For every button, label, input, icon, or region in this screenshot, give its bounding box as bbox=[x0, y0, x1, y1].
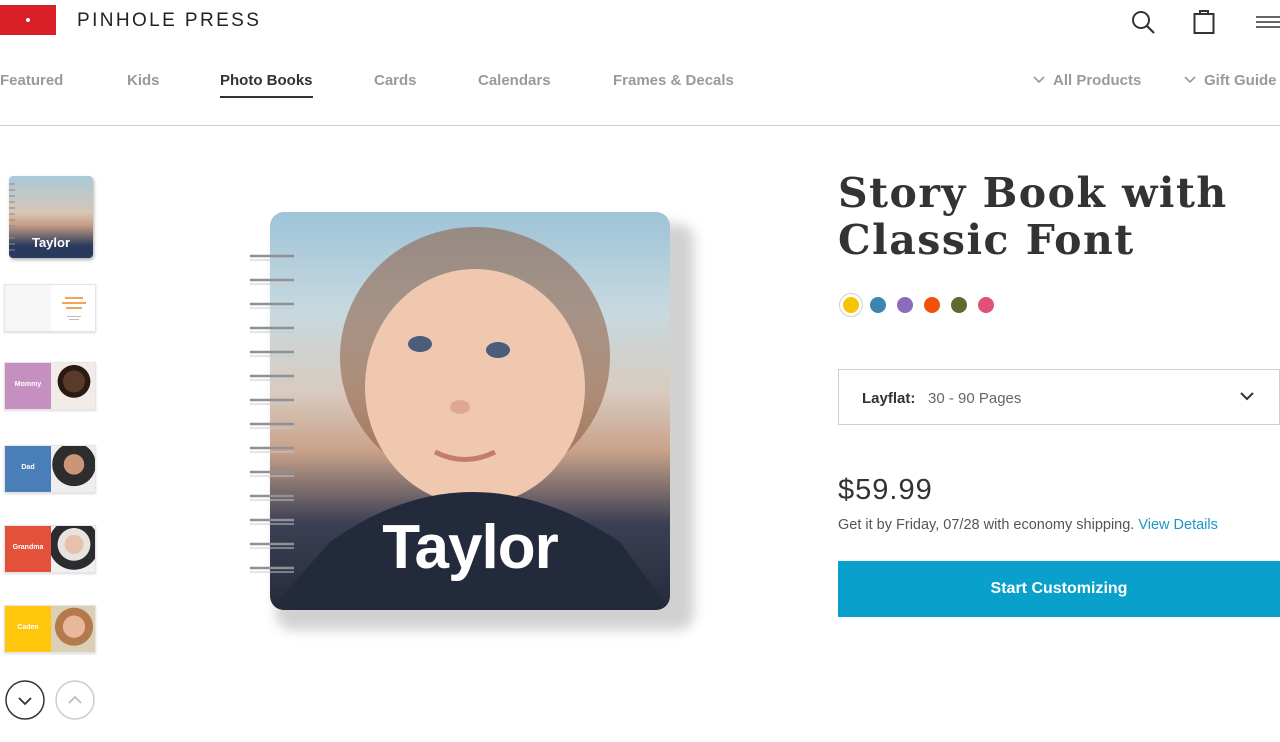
thumbnail-grandma-label: Grandma bbox=[12, 544, 44, 551]
nav-photo-books[interactable]: Photo Books bbox=[220, 72, 313, 98]
thumbnail-caden[interactable]: Caden bbox=[4, 605, 96, 653]
nav-all-products-label: All Products bbox=[1053, 72, 1142, 89]
select-label: Layflat: bbox=[862, 390, 916, 407]
chevron-down-icon bbox=[1184, 76, 1196, 84]
dad-photo bbox=[51, 446, 95, 492]
thumbnail-mommy-label: Mommy bbox=[14, 381, 42, 388]
nav-gift-guide[interactable]: Gift Guide bbox=[1184, 72, 1277, 89]
caden-photo bbox=[51, 606, 95, 652]
swatch-purple[interactable] bbox=[897, 297, 913, 313]
shipping-text: Get it by Friday, 07/28 with economy shi… bbox=[838, 517, 1135, 533]
thumbnail-dad[interactable]: Dad bbox=[4, 445, 96, 493]
product-title: Story Book with Classic Font bbox=[838, 169, 1228, 264]
title-page-text-lines bbox=[62, 297, 86, 320]
nav-all-products[interactable]: All Products bbox=[1033, 72, 1142, 89]
nav-frames-decals[interactable]: Frames & Decals bbox=[613, 72, 734, 89]
swatch-blue[interactable] bbox=[870, 297, 886, 313]
thumbnail-cover-name: Taylor bbox=[31, 235, 71, 250]
thumbnail-dad-label: Dad bbox=[21, 464, 35, 471]
thumbnail-grandma[interactable]: Grandma bbox=[4, 525, 96, 573]
nav-cards[interactable]: Cards bbox=[374, 72, 417, 89]
nav-gift-guide-label: Gift Guide bbox=[1204, 72, 1277, 89]
swatch-orange[interactable] bbox=[924, 297, 940, 313]
view-details-link[interactable]: View Details bbox=[1138, 517, 1218, 533]
thumbnail-inner-page[interactable] bbox=[4, 284, 96, 332]
thumbnail-cover[interactable]: Taylor bbox=[9, 176, 93, 258]
thumbnail-caden-label: Caden bbox=[17, 624, 39, 631]
scroll-down-button[interactable] bbox=[5, 680, 45, 720]
nav-featured[interactable]: Featured bbox=[0, 72, 63, 89]
scroll-up-button[interactable] bbox=[55, 680, 95, 720]
brand-name[interactable]: PINHOLE PRESS bbox=[77, 10, 261, 32]
start-customizing-button[interactable]: Start Customizing bbox=[838, 561, 1280, 617]
cart-icon[interactable] bbox=[1190, 8, 1218, 36]
nav-kids[interactable]: Kids bbox=[127, 72, 160, 89]
book-cover: Taylor bbox=[270, 212, 670, 610]
site-header: PINHOLE PRESS bbox=[0, 0, 1280, 46]
book-cover-name: Taylor bbox=[382, 513, 558, 582]
grandma-photo bbox=[51, 526, 95, 572]
nav-calendars[interactable]: Calendars bbox=[478, 72, 551, 89]
thumbnail-mommy[interactable]: Mommy bbox=[4, 362, 96, 410]
select-value: 30 - 90 Pages bbox=[928, 390, 1022, 407]
mommy-photo bbox=[51, 363, 95, 409]
spiral-binding-icon bbox=[250, 254, 294, 573]
menu-icon[interactable] bbox=[1254, 8, 1280, 36]
chevron-down-icon bbox=[1033, 76, 1045, 84]
shipping-info: Get it by Friday, 07/28 with economy shi… bbox=[838, 517, 1218, 533]
category-nav: Featured Kids Photo Books Cards Calendar… bbox=[0, 60, 1280, 126]
chevron-down-icon bbox=[1240, 392, 1254, 401]
page-count-select[interactable]: Layflat: 30 - 90 Pages bbox=[838, 369, 1280, 425]
product-price: $59.99 bbox=[838, 474, 933, 506]
swatch-pink[interactable] bbox=[978, 297, 994, 313]
search-icon[interactable] bbox=[1129, 8, 1157, 36]
brand-logo[interactable] bbox=[0, 5, 56, 35]
swatch-olive[interactable] bbox=[951, 297, 967, 313]
swatch-yellow[interactable] bbox=[843, 297, 859, 313]
product-image[interactable]: Taylor bbox=[246, 212, 694, 642]
